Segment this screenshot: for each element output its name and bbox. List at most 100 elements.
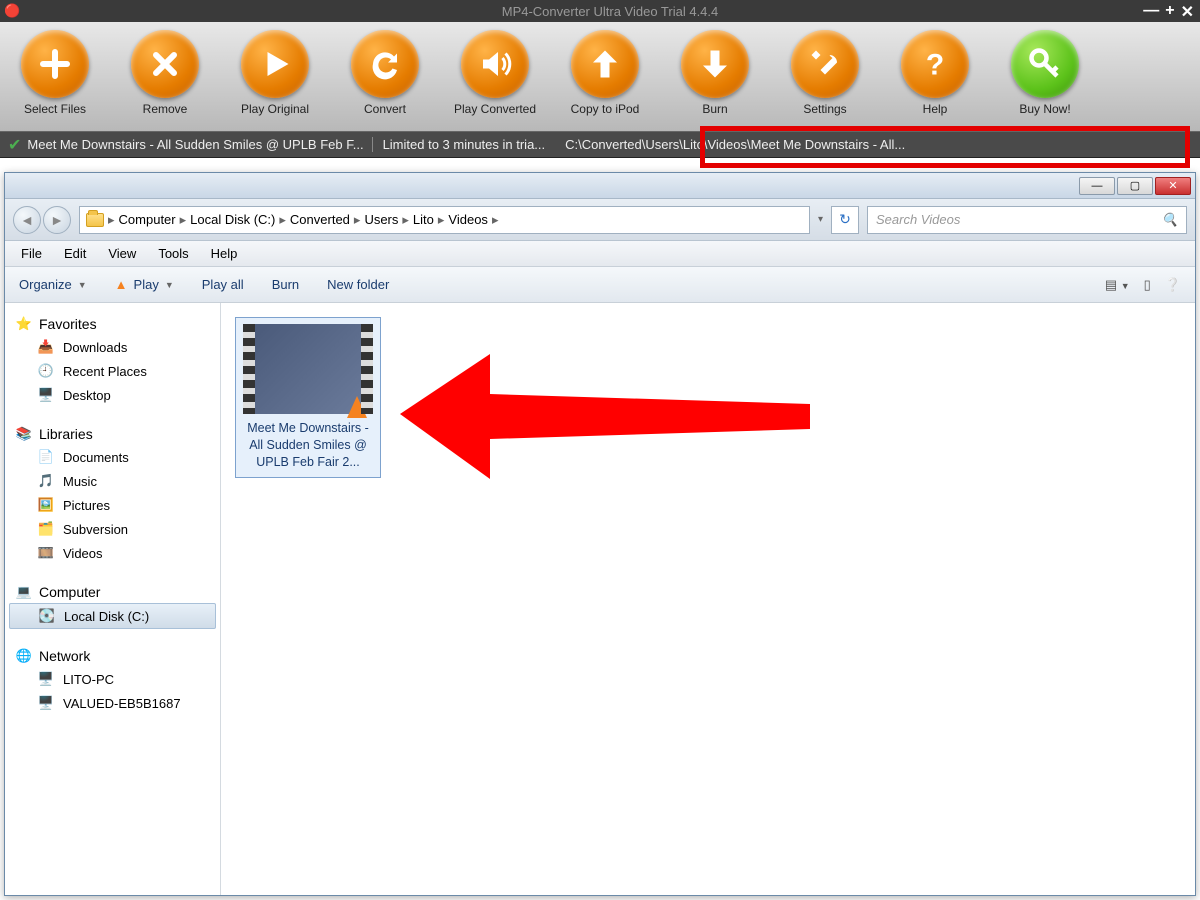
nav-item-lito-pc[interactable]: 🖥️LITO-PC (9, 667, 216, 691)
file-item[interactable]: Meet Me Downstairs - All Sudden Smiles @… (235, 317, 381, 478)
buy-now--button[interactable]: Buy Now! (1000, 30, 1090, 131)
nav-item-local-disk-c-[interactable]: 💽Local Disk (C:) (9, 603, 216, 629)
explorer-maximize-button[interactable]: ▢ (1117, 177, 1153, 195)
network-icon: 🌐 (15, 648, 33, 664)
explorer-minimize-button[interactable]: — (1079, 177, 1115, 195)
nav-group-computer[interactable]: 💻Computer (9, 581, 216, 603)
recent-places-icon: 🕘 (37, 363, 55, 379)
nav-item-recent-places[interactable]: 🕘Recent Places (9, 359, 216, 383)
breadcrumb-computer[interactable]: Computer (119, 212, 176, 227)
plus-icon (21, 30, 89, 98)
nav-group-libraries[interactable]: 📚Libraries (9, 423, 216, 445)
check-icon: ✔ (8, 135, 21, 155)
content-pane: Meet Me Downstairs - All Sudden Smiles @… (221, 303, 1195, 895)
burn-button[interactable]: Burn (670, 30, 760, 131)
nav-item-subversion[interactable]: 🗂️Subversion (9, 517, 216, 541)
svg-text:?: ? (926, 49, 944, 82)
app-icon: 🔴 (4, 3, 20, 19)
libraries-icon: 📚 (15, 426, 33, 442)
convert-button[interactable]: Convert (340, 30, 430, 131)
forward-button[interactable]: ► (43, 206, 71, 234)
minimize-button[interactable]: — (1143, 2, 1159, 22)
navigation-pane: ⭐Favorites📥Downloads🕘Recent Places🖥️Desk… (5, 303, 221, 895)
explorer-close-button[interactable]: ✕ (1155, 177, 1191, 195)
search-placeholder: Search Videos (876, 212, 960, 227)
play-all-button[interactable]: Play all (202, 277, 244, 292)
question-icon: ? (901, 30, 969, 98)
search-input[interactable]: Search Videos 🔍 (867, 206, 1187, 234)
back-button[interactable]: ◄ (13, 206, 41, 234)
file-name: Meet Me Downstairs - All Sudden Smiles @… (242, 420, 374, 471)
local-disk-c--icon: 💽 (38, 608, 56, 624)
sound-icon (461, 30, 529, 98)
downloads-icon: 📥 (37, 339, 55, 355)
settings-button[interactable]: Settings (780, 30, 870, 131)
menu-help[interactable]: Help (211, 246, 238, 261)
remove-button[interactable]: Remove (120, 30, 210, 131)
new-folder-button[interactable]: New folder (327, 277, 389, 292)
play-original-button[interactable]: Play Original (230, 30, 320, 131)
x-icon (131, 30, 199, 98)
play-converted-button[interactable]: Play Converted (450, 30, 540, 131)
preview-pane-button[interactable]: ▯ (1144, 277, 1151, 293)
close-button[interactable]: ✕ (1181, 2, 1194, 22)
nav-item-music[interactable]: 🎵Music (9, 469, 216, 493)
menu-bar: File Edit View Tools Help (5, 241, 1195, 267)
nav-group-network[interactable]: 🌐Network (9, 645, 216, 667)
refresh-button[interactable]: ↻ (831, 206, 859, 234)
chevron-right-icon: ▸ (402, 212, 409, 228)
vlc-icon (347, 396, 367, 418)
computer-icon: 💻 (15, 584, 33, 600)
address-bar-row: ◄ ► ▸ Computer▸Local Disk (C:)▸Converted… (5, 199, 1195, 241)
app-toolbar: Select FilesRemovePlay OriginalConvertPl… (0, 22, 1200, 132)
nav-group-favorites[interactable]: ⭐Favorites (9, 313, 216, 335)
nav-item-documents[interactable]: 📄Documents (9, 445, 216, 469)
nav-item-pictures[interactable]: 🖼️Pictures (9, 493, 216, 517)
menu-edit[interactable]: Edit (64, 246, 86, 261)
nav-item-videos[interactable]: 🎞️Videos (9, 541, 216, 565)
burn-button[interactable]: Burn (272, 277, 299, 292)
chevron-right-icon: ▸ (492, 212, 499, 228)
chevron-right-icon: ▸ (354, 212, 361, 228)
copy-to-ipod-button[interactable]: Copy to iPod (560, 30, 650, 131)
nav-item-downloads[interactable]: 📥Downloads (9, 335, 216, 359)
select-files-button[interactable]: Select Files (10, 30, 100, 131)
play-icon (241, 30, 309, 98)
chevron-right-icon: ▸ (438, 212, 445, 228)
app-title: MP4-Converter Ultra Video Trial 4.4.4 (20, 4, 1200, 19)
breadcrumb-users[interactable]: Users (364, 212, 398, 227)
maximize-button[interactable]: + (1165, 2, 1174, 22)
favorites-icon: ⭐ (15, 316, 33, 332)
music-icon: 🎵 (37, 473, 55, 489)
chevron-right-icon: ▸ (180, 212, 187, 228)
explorer-window: — ▢ ✕ ◄ ► ▸ Computer▸Local Disk (C:)▸Con… (4, 172, 1196, 896)
menu-file[interactable]: File (21, 246, 42, 261)
breadcrumb-local-disk-c-[interactable]: Local Disk (C:) (190, 212, 275, 227)
status-limit: Limited to 3 minutes in tria... (372, 137, 556, 152)
breadcrumb-converted[interactable]: Converted (290, 212, 350, 227)
play-button[interactable]: ▲ Play ▼ (115, 277, 174, 292)
command-bar: Organize ▼ ▲ Play ▼ Play all Burn New fo… (5, 267, 1195, 303)
nav-item-desktop[interactable]: 🖥️Desktop (9, 383, 216, 407)
help-button[interactable]: ❔ (1165, 277, 1181, 293)
desktop-icon: 🖥️ (37, 387, 55, 403)
tools-icon (791, 30, 859, 98)
videos-icon: 🎞️ (37, 545, 55, 561)
breadcrumb-videos[interactable]: Videos (448, 212, 488, 227)
status-bar: ✔ Meet Me Downstairs - All Sudden Smiles… (0, 132, 1200, 158)
help-button[interactable]: ?Help (890, 30, 980, 131)
file-thumbnail (243, 324, 373, 414)
organize-button[interactable]: Organize ▼ (19, 277, 87, 292)
key-icon (1011, 30, 1079, 98)
down-icon (681, 30, 749, 98)
refresh-icon (351, 30, 419, 98)
pictures-icon: 🖼️ (37, 497, 55, 513)
view-button[interactable]: ▤ ▼ (1105, 277, 1130, 293)
menu-tools[interactable]: Tools (158, 246, 188, 261)
nav-item-valued-eb-b-[interactable]: 🖥️VALUED-EB5B1687 (9, 691, 216, 715)
menu-view[interactable]: View (108, 246, 136, 261)
search-icon: 🔍 (1162, 212, 1178, 228)
subversion-icon: 🗂️ (37, 521, 55, 537)
address-bar[interactable]: ▸ Computer▸Local Disk (C:)▸Converted▸Use… (79, 206, 810, 234)
breadcrumb-lito[interactable]: Lito (413, 212, 434, 227)
